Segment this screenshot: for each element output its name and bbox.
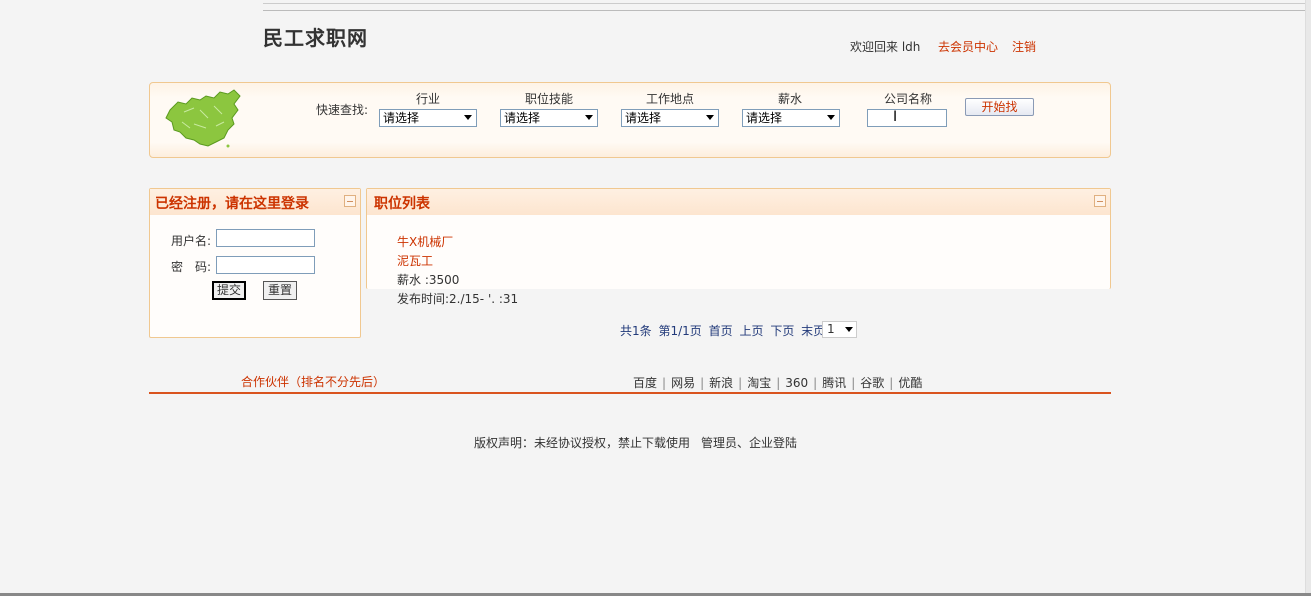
- location-label: 工作地点: [645, 92, 694, 106]
- partner-link[interactable]: 网易: [671, 376, 695, 390]
- member-center-link[interactable]: 去会员中心: [938, 38, 998, 55]
- pager-first-link[interactable]: 首页: [709, 324, 733, 338]
- login-panel-header: 已经注册，请在这里登录: [150, 189, 360, 215]
- username-label: 用户名:: [171, 234, 212, 248]
- china-map-icon: [165, 89, 241, 148]
- admin-login-link[interactable]: 管理员、企业登陆: [701, 434, 797, 451]
- company-label: 公司名称: [883, 92, 932, 106]
- partner-link[interactable]: 新浪: [709, 376, 733, 390]
- pager-total: 共1条: [620, 324, 652, 338]
- chevron-down-icon: [585, 115, 593, 120]
- window-top-line: [263, 3, 1311, 4]
- partner-link[interactable]: 腾讯: [822, 376, 846, 390]
- job-list-title: 职位列表: [374, 196, 430, 212]
- partner-link[interactable]: 百度: [633, 376, 657, 390]
- copyright-notice: 版权声明：未经协议授权，禁止下载使用: [474, 436, 691, 450]
- chevron-down-icon: [706, 115, 714, 120]
- partner-link[interactable]: 谷歌: [860, 376, 884, 390]
- pager-prev-link[interactable]: 上页: [739, 324, 763, 338]
- job-title-link[interactable]: 泥瓦工: [397, 252, 433, 269]
- submit-button[interactable]: 提交: [212, 281, 246, 300]
- skill-label: 职位技能: [524, 92, 573, 106]
- pager-next-link[interactable]: 下页: [770, 324, 794, 338]
- password-label: 密 码:: [171, 260, 212, 274]
- search-button[interactable]: 开始找: [965, 98, 1034, 116]
- chevron-down-icon: [827, 115, 835, 120]
- page-select-value: 1: [827, 322, 835, 336]
- login-panel-title: 已经注册，请在这里登录: [155, 196, 309, 212]
- job-list-panel: 职位列表: [366, 188, 1111, 289]
- text-cursor-icon: I: [893, 109, 898, 125]
- quick-search-label: 快速查找:: [316, 103, 369, 117]
- window-scrollbar[interactable]: [1305, 0, 1311, 596]
- partners-title: 合作伙伴（排名不分先后）: [241, 375, 386, 389]
- industry-label: 行业: [415, 92, 440, 106]
- company-name-input[interactable]: [867, 109, 947, 127]
- pager-current: 第1/1页: [658, 324, 702, 338]
- job-publish-time: 发布时间:2./15- '. :31: [397, 292, 519, 306]
- skill-select-value: 请选择: [504, 111, 541, 125]
- partners-list: 百度 | 网易 | 新浪 | 淘宝 | 360 | 腾讯 | 谷歌 | 优酷: [633, 376, 923, 390]
- collapse-icon[interactable]: [344, 195, 356, 207]
- location-select[interactable]: 请选择: [621, 109, 719, 127]
- chevron-down-icon: [464, 115, 472, 120]
- site-title: 民工求职网: [263, 26, 368, 50]
- industry-select-value: 请选择: [383, 111, 420, 125]
- page-select[interactable]: 1: [822, 321, 857, 338]
- job-salary: 薪水 :3500: [397, 273, 460, 287]
- chevron-down-icon: [845, 327, 853, 332]
- job-list-header: 职位列表: [367, 189, 1110, 215]
- username-input[interactable]: [216, 229, 315, 247]
- window-top-bar: [263, 0, 1311, 11]
- skill-select[interactable]: 请选择: [500, 109, 598, 127]
- job-company-link[interactable]: 牛X机械厂: [397, 233, 453, 250]
- password-input[interactable]: [216, 256, 315, 274]
- footer-divider: [149, 392, 1111, 394]
- reset-button[interactable]: 重置: [263, 281, 297, 300]
- partner-link[interactable]: 优酷: [898, 376, 922, 390]
- location-select-value: 请选择: [625, 111, 662, 125]
- industry-select[interactable]: 请选择: [379, 109, 477, 127]
- partner-link[interactable]: 淘宝: [747, 376, 771, 390]
- salary-select-value: 请选择: [746, 111, 783, 125]
- partner-link[interactable]: 360: [785, 376, 808, 390]
- collapse-icon[interactable]: [1094, 195, 1106, 207]
- logout-link[interactable]: 注销: [1012, 38, 1036, 55]
- salary-select[interactable]: 请选择: [742, 109, 840, 127]
- pagination: 共1条 第1/1页 首页 上页 下页 末页: [620, 322, 828, 339]
- salary-label: 薪水: [777, 92, 802, 106]
- welcome-text: 欢迎回来 ldh: [850, 40, 921, 54]
